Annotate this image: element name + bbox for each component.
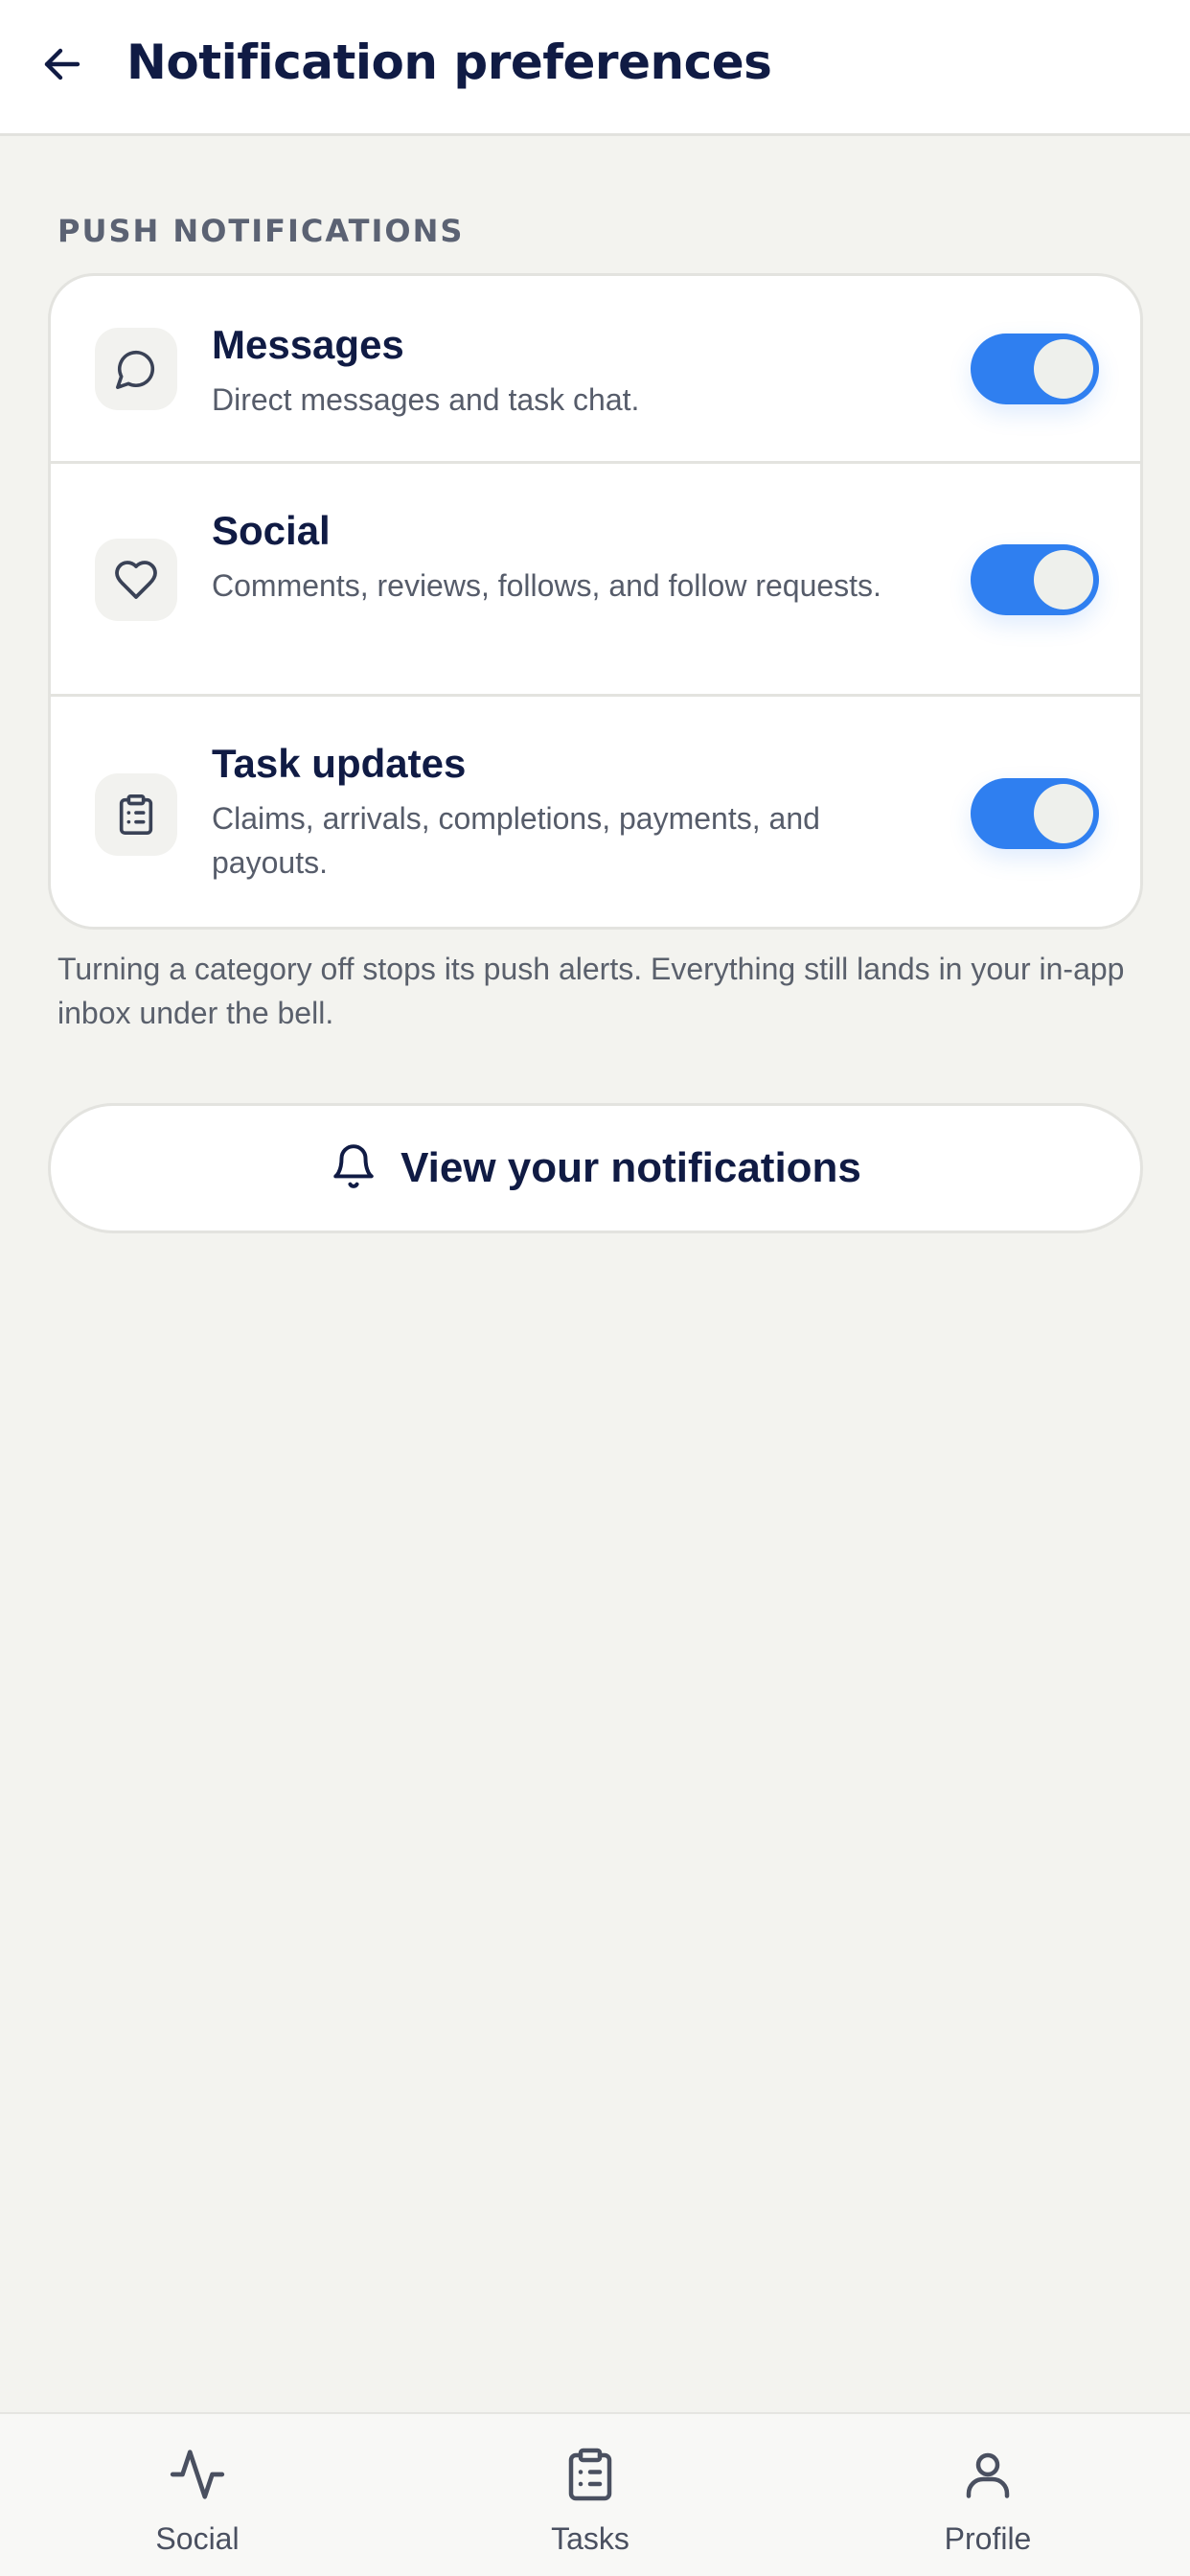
- messages-toggle[interactable]: [971, 334, 1099, 404]
- setting-row-messages: Messages Direct messages and task chat.: [51, 276, 1140, 464]
- tab-social[interactable]: Social: [102, 2414, 293, 2576]
- task-updates-toggle[interactable]: [971, 778, 1099, 849]
- view-notifications-label: View your notifications: [400, 1144, 861, 1191]
- clipboard-icon: [561, 2441, 619, 2508]
- back-button[interactable]: [27, 31, 98, 102]
- helper-text: Turning a category off stops its push al…: [57, 952, 1125, 1030]
- tab-tasks[interactable]: Tasks: [494, 2414, 686, 2576]
- bell-icon: [330, 1142, 378, 1195]
- toggle-knob: [1034, 784, 1093, 843]
- heart-icon: [95, 539, 177, 621]
- clipboard-icon: [95, 773, 177, 856]
- toggle-knob: [1034, 339, 1093, 399]
- tab-label: Profile: [944, 2521, 1032, 2556]
- activity-pulse-icon: [168, 2441, 227, 2508]
- top-app-bar: Notification preferences: [0, 0, 1190, 136]
- chat-bubble-icon: [95, 328, 177, 410]
- setting-title: Task updates: [212, 741, 467, 786]
- social-toggle[interactable]: [971, 544, 1099, 615]
- tab-label: Tasks: [551, 2521, 629, 2556]
- tab-profile[interactable]: Profile: [892, 2414, 1084, 2576]
- setting-description: Comments, reviews, follows, and follow r…: [212, 568, 881, 603]
- toggle-knob: [1034, 550, 1093, 610]
- view-notifications-button[interactable]: View your notifications: [48, 1103, 1143, 1233]
- setting-description: Direct messages and task chat.: [212, 382, 640, 417]
- setting-description: Claims, arrivals, completions, payments,…: [212, 801, 820, 880]
- person-icon: [959, 2441, 1017, 2508]
- setting-row-social: Social Comments, reviews, follows, and f…: [51, 464, 1140, 697]
- arrow-left-icon: [39, 41, 85, 92]
- page-title: Notification preferences: [126, 34, 772, 90]
- setting-title: Social: [212, 508, 331, 553]
- push-settings-card: Messages Direct messages and task chat. …: [48, 273, 1143, 930]
- section-label: PUSH NOTIFICATIONS: [57, 213, 465, 249]
- notification-preferences-screen: Notification preferences PUSH NOTIFICATI…: [0, 0, 1190, 2576]
- setting-title: Messages: [212, 322, 404, 367]
- bottom-tab-bar: Social Tasks Profile: [0, 2412, 1190, 2576]
- setting-row-task-updates: Task updates Claims, arrivals, completio…: [51, 697, 1140, 927]
- tab-label: Social: [155, 2521, 240, 2556]
